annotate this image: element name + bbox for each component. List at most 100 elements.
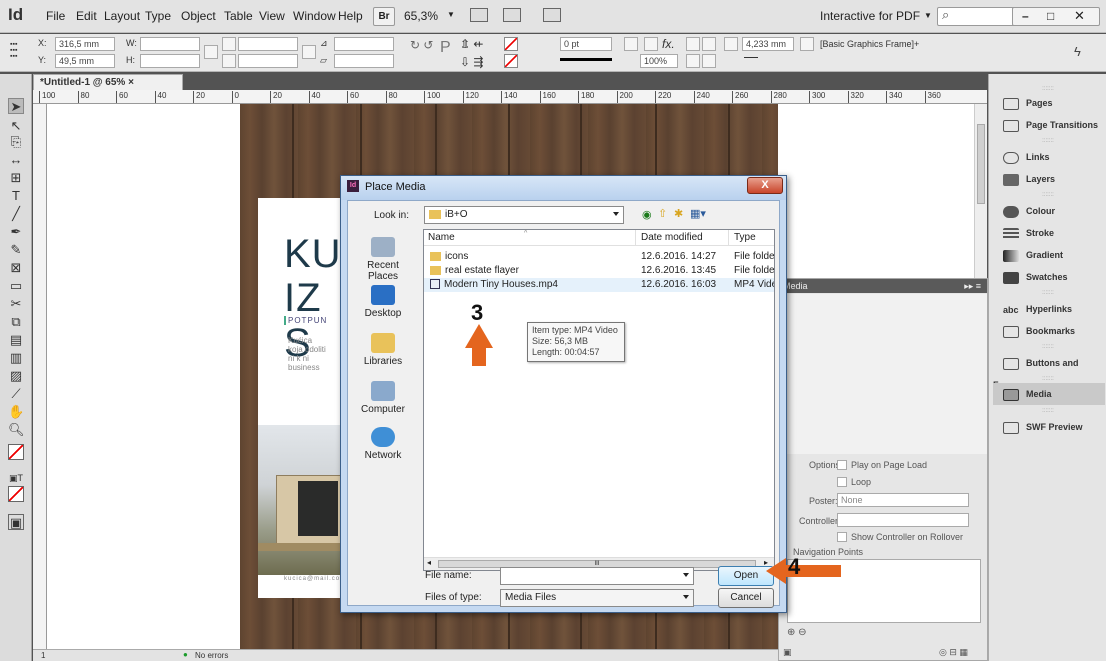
- type-tool-icon[interactable]: T: [8, 188, 24, 204]
- panel-pages[interactable]: Pages: [993, 92, 1105, 114]
- apply-none-icon[interactable]: [8, 486, 24, 502]
- file-row-selected[interactable]: Modern Tiny Houses.mp4 12.6.2016. 16:03 …: [424, 278, 774, 292]
- view-options-icon[interactable]: [470, 8, 488, 22]
- panel-grip[interactable]: :::::::: [989, 290, 1106, 296]
- screen-mode-icon[interactable]: ▣: [8, 514, 24, 530]
- file-row[interactable]: real estate flayer 12.6.2016. 13:45 File…: [424, 264, 774, 278]
- frame-fitting-icon[interactable]: [724, 37, 738, 51]
- show-controller-checkbox[interactable]: [837, 532, 847, 542]
- panel-grip[interactable]: :::::::: [989, 344, 1106, 350]
- stroke-type-preview[interactable]: [560, 58, 612, 61]
- place-computer[interactable]: Computer: [351, 381, 415, 415]
- reference-point-icon[interactable]: ▪▪▪ ▪▪▪ ▪▪▪: [10, 41, 24, 62]
- gutter-field[interactable]: 4,233 mm: [742, 37, 794, 51]
- panel-swatches[interactable]: Swatches: [993, 266, 1105, 288]
- stroke-swatch-icon[interactable]: [504, 54, 518, 68]
- panel-bookmarks[interactable]: Bookmarks: [993, 320, 1105, 342]
- column-type[interactable]: Type: [730, 230, 774, 246]
- gradient-feather-icon[interactable]: ▥: [8, 350, 24, 366]
- chevron-down-icon[interactable]: ▼: [924, 11, 932, 20]
- rectangle-tool-icon[interactable]: ▭: [8, 278, 24, 294]
- panel-grip[interactable]: :::::::: [989, 376, 1106, 382]
- minimize-icon[interactable]: –: [1022, 9, 1029, 23]
- w-field[interactable]: [140, 37, 200, 51]
- look-in-select[interactable]: iB+O: [424, 206, 624, 224]
- preflight-status[interactable]: No errors: [195, 651, 228, 660]
- panel-stroke[interactable]: Stroke: [993, 222, 1105, 244]
- file-list[interactable]: Name Date modified Type ^ icons 12.6.201…: [423, 229, 775, 571]
- stroke-weight-field[interactable]: 0 pt: [560, 37, 612, 51]
- rotate-field[interactable]: [334, 37, 394, 51]
- pencil-tool-icon[interactable]: ✎: [8, 242, 24, 258]
- file-row[interactable]: icons 12.6.2016. 14:27 File folder: [424, 250, 774, 264]
- screen-mode-icon[interactable]: [503, 8, 521, 22]
- add-nav-point-icon[interactable]: ⊕ ⊖: [787, 627, 807, 638]
- zoom-level[interactable]: 65,3%: [404, 9, 438, 23]
- tiny-house-photo[interactable]: [258, 425, 353, 575]
- panel-hyperlinks[interactable]: abc Hyperlinks: [993, 298, 1105, 320]
- fill-stroke-swatch-icon[interactable]: [8, 444, 24, 460]
- view-menu-icon[interactable]: ▦▾: [690, 207, 706, 220]
- up-folder-icon[interactable]: ⇧: [658, 207, 667, 220]
- object-style-select[interactable]: [Basic Graphics Frame]+: [820, 39, 919, 49]
- x-field[interactable]: 316,5 mm: [55, 37, 115, 51]
- content-collector-icon[interactable]: ⊞: [8, 170, 24, 186]
- flip-icon[interactable]: P: [440, 39, 451, 57]
- shear-field[interactable]: [334, 54, 394, 68]
- selection-tool-icon[interactable]: ➤: [8, 98, 24, 114]
- gradient-tool-icon[interactable]: ▤: [8, 332, 24, 348]
- close-tab-icon[interactable]: ×: [128, 77, 134, 88]
- chevron-down-icon[interactable]: ▼: [447, 10, 455, 19]
- media-panel-tab[interactable]: Media ▸▸ ≡: [779, 279, 987, 293]
- play-on-load-checkbox[interactable]: [837, 460, 847, 470]
- menu-layout[interactable]: Layout: [104, 9, 140, 23]
- close-icon[interactable]: ✕: [1074, 8, 1085, 24]
- gap-tool-icon[interactable]: ↔: [8, 152, 24, 168]
- align-bottom-icon[interactable]: [686, 54, 700, 68]
- hand-tool-icon[interactable]: ✋: [8, 404, 24, 420]
- cancel-button[interactable]: Cancel: [718, 588, 774, 608]
- scale-x-icon[interactable]: [222, 37, 236, 51]
- menu-view[interactable]: View: [259, 9, 285, 23]
- distribute-bottom-icon[interactable]: [702, 54, 716, 68]
- scale-y-icon[interactable]: [222, 54, 236, 68]
- drop-shadow-icon[interactable]: [644, 37, 658, 51]
- align-icon[interactable]: [686, 37, 700, 51]
- document-tab[interactable]: *Untitled-1 @ 65% ×: [33, 74, 183, 90]
- dialog-titlebar[interactable]: Id Place Media X: [341, 176, 786, 200]
- panel-grip[interactable]: :::::::: [989, 138, 1106, 144]
- panel-grip[interactable]: :::::::: [989, 408, 1106, 414]
- scroll-left-icon[interactable]: ◂: [427, 558, 431, 567]
- new-folder-icon[interactable]: ✱: [674, 207, 683, 220]
- line-tool-icon[interactable]: ╱: [8, 206, 24, 222]
- select-content-icon[interactable]: ⇩ ⇶: [460, 55, 483, 69]
- place-libraries[interactable]: Libraries: [351, 333, 415, 367]
- workspace-switcher[interactable]: Interactive for PDF: [820, 9, 920, 23]
- column-date-modified[interactable]: Date modified: [637, 230, 729, 246]
- text-wrap-icon[interactable]: [624, 37, 638, 51]
- menu-file[interactable]: File: [46, 9, 65, 23]
- place-desktop[interactable]: Desktop: [351, 285, 415, 319]
- constrain-proportions-icon[interactable]: [204, 45, 218, 59]
- corner-options-icon[interactable]: [744, 57, 758, 58]
- files-of-type-select[interactable]: Media Files: [500, 589, 694, 607]
- menu-help[interactable]: Help: [338, 9, 363, 23]
- quick-apply-icon[interactable]: ϟ: [1074, 44, 1081, 59]
- rotate-90-icon[interactable]: ↻ ↺: [410, 38, 433, 52]
- menu-object[interactable]: Object: [181, 9, 216, 23]
- poster-select[interactable]: None: [837, 493, 969, 507]
- panel-colour[interactable]: Colour: [993, 200, 1105, 222]
- place-media-icon[interactable]: ▣: [783, 647, 792, 658]
- scissors-tool-icon[interactable]: ✂: [8, 296, 24, 312]
- scale-y-field[interactable]: [238, 54, 298, 68]
- note-tool-icon[interactable]: ▨: [8, 368, 24, 384]
- maximize-icon[interactable]: □: [1047, 9, 1054, 23]
- opacity-field[interactable]: 100%: [640, 54, 678, 68]
- loop-checkbox[interactable]: [837, 477, 847, 487]
- panel-media[interactable]: Media: [993, 383, 1105, 405]
- panel-links[interactable]: Links: [993, 146, 1105, 168]
- place-network[interactable]: Network: [351, 427, 415, 461]
- select-container-icon[interactable]: ⇭ ⇷: [460, 37, 483, 51]
- scale-x-field[interactable]: [238, 37, 298, 51]
- panel-grip[interactable]: :::::::: [989, 192, 1106, 198]
